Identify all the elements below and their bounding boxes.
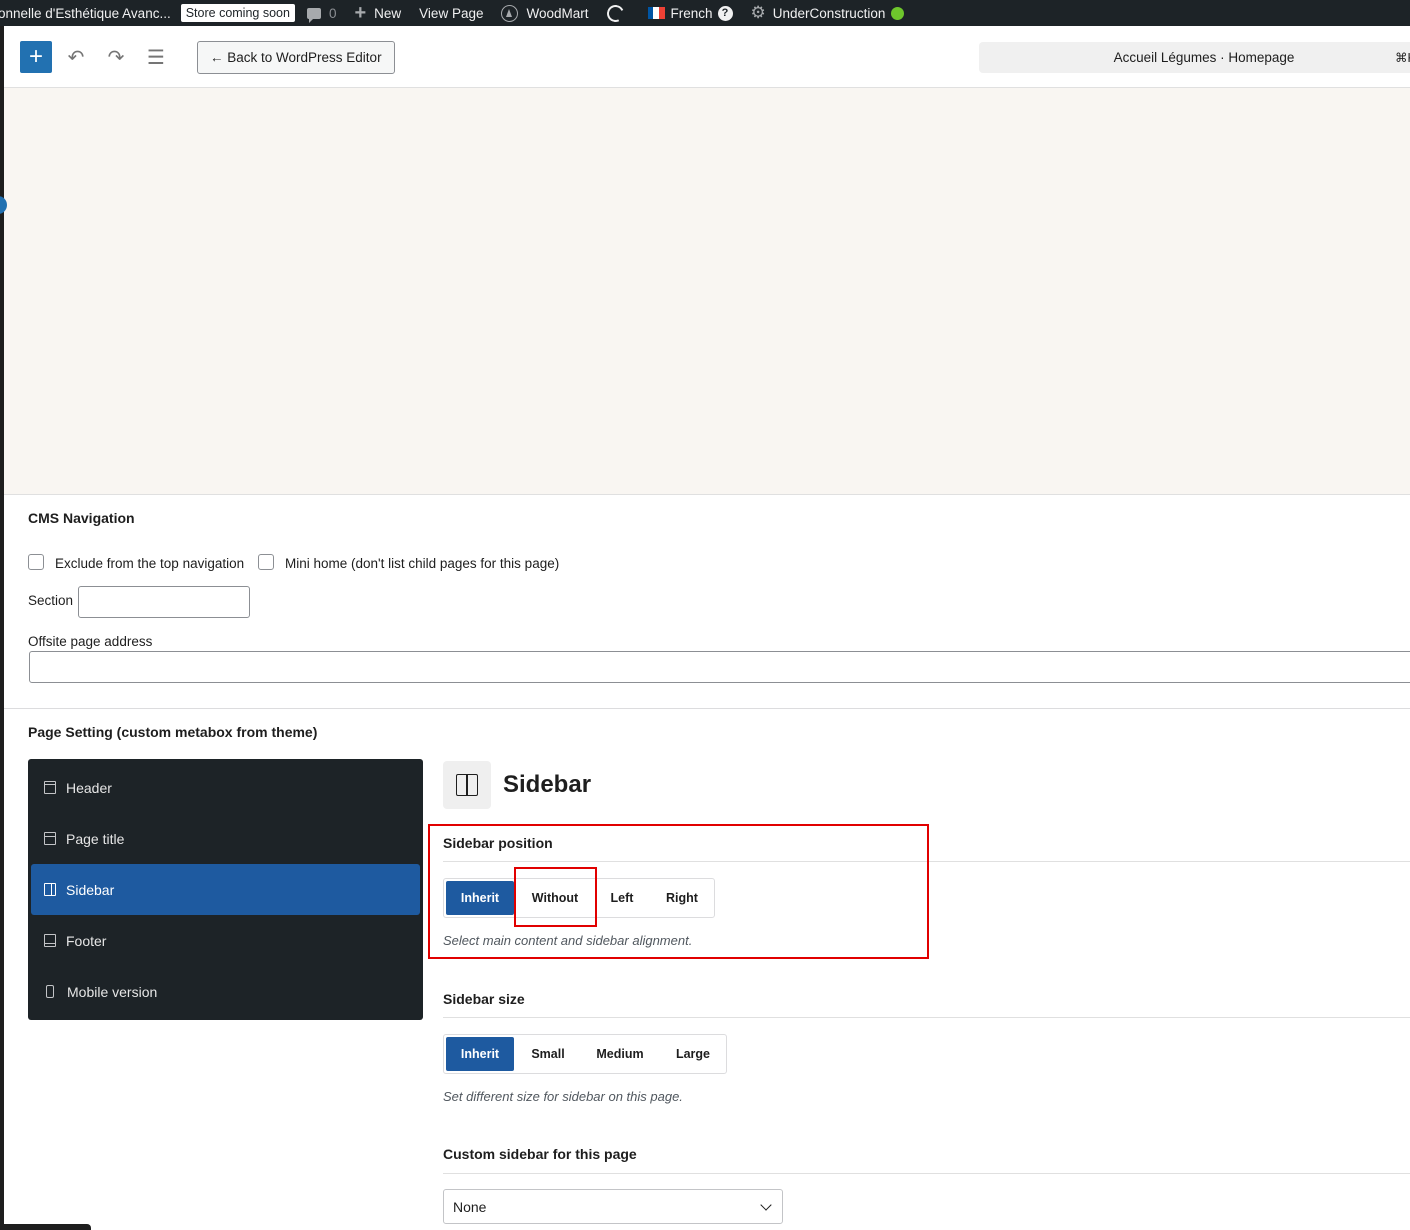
exclude-navigation-checkbox[interactable]: [28, 554, 44, 570]
document-outline-icon[interactable]: ☰: [140, 41, 172, 73]
sidebar-section-icon: [443, 761, 491, 809]
woodmart-menu[interactable]: WoodMart: [501, 0, 589, 26]
under-construction-label: UnderConstruction: [772, 5, 886, 21]
highlight-without-annotation: [514, 867, 597, 927]
help-icon: ?: [717, 5, 733, 21]
site-name-link[interactable]: onnelle d'Esthétique Avanc...: [0, 0, 171, 26]
nav-item-label: Sidebar: [66, 881, 115, 898]
offsite-address-label: Offsite page address: [28, 634, 153, 649]
admin-bar: onnelle d'Esthétique Avanc... Store comi…: [0, 0, 1410, 26]
comments-link[interactable]: 0: [306, 0, 337, 26]
sidebar-size-group: Inherit Small Medium Large: [443, 1034, 727, 1074]
q-plugin-menu[interactable]: [604, 0, 626, 26]
offsite-address-input[interactable]: [29, 651, 1410, 683]
page-setting-nav: Header Page title Sidebar Footer Mobile …: [28, 759, 423, 1020]
nav-item-footer[interactable]: Footer: [31, 915, 420, 966]
size-medium-button[interactable]: Medium: [582, 1037, 658, 1071]
mobile-icon: [46, 985, 54, 998]
redo-icon[interactable]: ↷: [100, 41, 132, 73]
nav-item-mobile-version[interactable]: Mobile version: [31, 966, 420, 1017]
back-to-wordpress-editor-button[interactable]: ← Back to WordPress Editor: [197, 41, 395, 74]
highlight-annotation-box: [428, 824, 929, 959]
sidebar-size-label: Sidebar size: [443, 991, 525, 1007]
command-shortcut: ⌘K: [1395, 51, 1410, 65]
page-title-icon: [44, 832, 56, 845]
sidebar-section-title: Sidebar: [503, 771, 592, 798]
document-title: Accueil Légumes · Homepage: [1113, 50, 1295, 65]
site-name: onnelle d'Esthétique Avanc...: [0, 5, 171, 21]
nav-item-page-title[interactable]: Page title: [31, 813, 420, 864]
custom-sidebar-value: None: [453, 1198, 487, 1215]
size-large-button[interactable]: Large: [662, 1037, 724, 1071]
nav-item-label: Mobile version: [67, 983, 158, 1000]
field-divider: [443, 1017, 1410, 1018]
footer-icon: [44, 934, 56, 947]
new-label: New: [374, 5, 402, 21]
comment-icon: [306, 7, 321, 23]
section-label: Section: [28, 593, 74, 608]
bottom-left-tab: [0, 1224, 91, 1230]
field-divider: [443, 1173, 1410, 1174]
header-icon: [44, 781, 56, 794]
french-flag-icon: [647, 7, 665, 19]
exclude-navigation-label: Exclude from the top navigation: [55, 556, 245, 571]
nav-item-label: Page title: [66, 830, 125, 847]
custom-sidebar-select[interactable]: None: [443, 1189, 783, 1224]
language-switcher[interactable]: French ?: [647, 0, 733, 26]
chevron-down-icon: [760, 1199, 772, 1211]
comments-count: 0: [328, 5, 337, 21]
editor-toolbar: + ↶ ↷ ☰ ← Back to WordPress Editor Accue…: [4, 26, 1410, 88]
store-coming-soon-badge[interactable]: Store coming soon: [180, 4, 295, 22]
under-construction-menu[interactable]: ⚙ UnderConstruction: [751, 0, 905, 26]
q-plugin-icon: [604, 2, 626, 24]
nav-item-label: Header: [66, 779, 112, 796]
add-block-button[interactable]: +: [20, 41, 52, 73]
woodmart-icon: [501, 4, 519, 22]
section-divider: [4, 708, 1410, 709]
size-inherit-button[interactable]: Inherit: [446, 1037, 514, 1071]
mini-home-checkbox[interactable]: [258, 554, 274, 570]
page-setting-title: Page Setting (custom metabox from theme): [28, 724, 318, 740]
woodmart-label: WoodMart: [526, 5, 589, 21]
language-label: French: [670, 5, 713, 21]
nav-item-sidebar[interactable]: Sidebar: [31, 864, 420, 915]
sidebar-size-hint: Set different size for sidebar on this p…: [443, 1089, 683, 1104]
view-page-label: View Page: [419, 5, 484, 21]
undo-icon[interactable]: ↶: [60, 41, 92, 73]
mini-home-label: Mini home (don't list child pages for th…: [285, 556, 560, 571]
size-small-button[interactable]: Small: [518, 1037, 578, 1071]
left-panel-toggle[interactable]: [0, 190, 7, 220]
section-input[interactable]: [78, 586, 250, 618]
nav-item-header[interactable]: Header: [31, 762, 420, 813]
view-page-link[interactable]: View Page: [419, 0, 483, 26]
status-dot-icon: [891, 6, 905, 20]
cms-navigation-title: CMS Navigation: [28, 510, 135, 526]
document-bar[interactable]: Accueil Légumes · Homepage ⌘K: [979, 42, 1410, 73]
plus-icon: +: [354, 2, 367, 24]
editor-canvas[interactable]: [4, 88, 1410, 495]
sidebar-icon: [44, 883, 56, 896]
gear-icon: ⚙: [750, 3, 766, 22]
custom-sidebar-label: Custom sidebar for this page: [443, 1146, 637, 1162]
nav-item-label: Footer: [66, 932, 107, 949]
new-content-link[interactable]: + New: [354, 0, 401, 26]
